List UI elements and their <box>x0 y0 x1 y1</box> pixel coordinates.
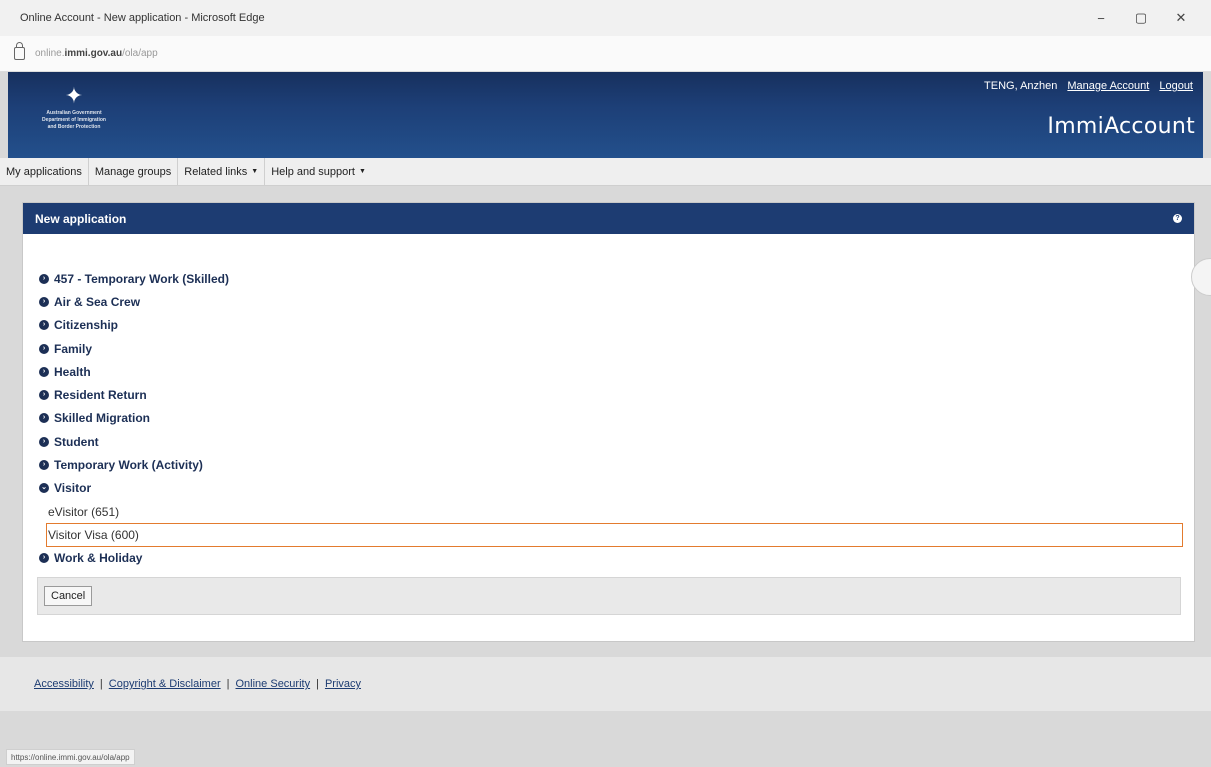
lock-icon <box>14 42 25 60</box>
footer-separator: | <box>99 678 103 690</box>
url-domain: immi.gov.au <box>64 48 123 59</box>
close-button[interactable]: ✕ <box>1161 8 1201 28</box>
gov-line-2: Department of Immigration <box>42 117 106 123</box>
government-logo[interactable]: ✦ Australian Government Department of Im… <box>22 82 126 146</box>
brand-title: ImmiAccount <box>1047 114 1195 139</box>
nav-label: My applications <box>6 165 82 178</box>
nav-manage-groups[interactable]: Manage groups <box>89 158 179 185</box>
gov-line-3: and Border Protection <box>47 124 101 130</box>
option-label: Visitor Visa (600) <box>48 527 139 542</box>
category-label: Skilled Migration <box>54 411 151 426</box>
user-bar: TENG, Anzhen Manage Account Logout <box>984 80 1193 92</box>
manage-account-link[interactable]: Manage Account <box>1067 80 1149 92</box>
caret-down-icon: ▼ <box>251 168 259 175</box>
category-citizenship[interactable]: › Citizenship <box>39 314 1183 337</box>
url-prefix: online. <box>35 48 65 59</box>
restore-button[interactable]: ▢ <box>1121 8 1161 28</box>
chevron-right-icon: › <box>39 553 49 564</box>
cancel-button[interactable]: Cancel <box>44 586 93 606</box>
chevron-right-icon: › <box>39 343 49 354</box>
category-label: 457 - Temporary Work (Skilled) <box>54 271 229 286</box>
option-label: eVisitor (651) <box>48 504 120 519</box>
chevron-right-icon: › <box>39 436 49 447</box>
category-label: Air & Sea Crew <box>54 294 141 309</box>
caret-down-icon: ▼ <box>358 168 366 175</box>
minimize-button[interactable]: − <box>1081 8 1121 28</box>
category-visitor[interactable]: ⌄ Visitor <box>39 477 1183 500</box>
category-label: Citizenship <box>54 318 119 333</box>
chevron-down-icon: ⌄ <box>39 483 49 494</box>
category-air-sea-crew[interactable]: › Air & Sea Crew <box>39 290 1183 313</box>
category-health[interactable]: › Health <box>39 360 1183 383</box>
nav-help-and-support[interactable]: Help and support ▼ <box>265 158 372 185</box>
chevron-right-icon: › <box>39 366 49 377</box>
nav-related-links[interactable]: Related links ▼ <box>178 158 266 185</box>
category-temporary-work-activity[interactable]: › Temporary Work (Activity) <box>39 453 1183 476</box>
panel-title: New application <box>35 211 127 226</box>
button-bar: Cancel <box>37 577 1181 615</box>
category-label: Health <box>54 364 91 379</box>
chevron-right-icon: › <box>39 413 49 424</box>
option-visitor-visa-600[interactable]: Visitor Visa (600) <box>46 523 1183 547</box>
footer-separator: | <box>316 678 319 690</box>
nav-label: Manage groups <box>94 165 172 178</box>
footer: Accessibility | Copyright & Disclaimer |… <box>0 657 1211 711</box>
chevron-right-icon: › <box>39 390 49 401</box>
category-457-temporary-work[interactable]: › 457 - Temporary Work (Skilled) <box>39 267 1183 290</box>
category-label: Visitor <box>54 481 92 496</box>
footer-separator: | <box>226 678 230 690</box>
footer-link-accessibility[interactable]: Accessibility <box>34 678 94 690</box>
url-path: /ola/app <box>122 48 158 59</box>
chevron-right-icon: › <box>39 296 49 307</box>
coat-of-arms-icon: ✦ <box>64 83 84 108</box>
site-header: ✦ Australian Government Department of Im… <box>8 72 1203 158</box>
category-label: Family <box>54 341 93 356</box>
category-label: Resident Return <box>54 388 147 403</box>
category-student[interactable]: › Student <box>39 430 1183 453</box>
category-label: Temporary Work (Activity) <box>54 458 203 473</box>
logout-link[interactable]: Logout <box>1159 80 1193 92</box>
new-application-panel: New application ? › 457 - Temporary Work… <box>22 202 1195 642</box>
nav-my-applications[interactable]: My applications <box>0 158 89 185</box>
chevron-right-icon: › <box>39 320 49 331</box>
status-bar-url: https://online.immi.gov.au/ola/app <box>6 749 135 765</box>
nav-label: Help and support <box>271 165 355 178</box>
category-label: Student <box>54 434 99 449</box>
category-label: Work & Holiday <box>54 551 143 566</box>
nav-label: Related links <box>184 165 248 178</box>
option-evisitor-651[interactable]: eVisitor (651) <box>39 500 1183 523</box>
category-family[interactable]: › Family <box>39 337 1183 360</box>
chevron-right-icon: › <box>39 460 49 471</box>
footer-link-privacy[interactable]: Privacy <box>325 678 361 690</box>
category-skilled-migration[interactable]: › Skilled Migration <box>39 407 1183 430</box>
chevron-right-icon: › <box>39 273 49 284</box>
footer-link-copyright[interactable]: Copyright & Disclaimer <box>109 678 221 690</box>
main-nav: My applications Manage groups Related li… <box>0 158 1211 186</box>
window-titlebar: Online Account - New application - Micro… <box>0 0 1211 36</box>
category-work-holiday[interactable]: › Work & Holiday <box>39 547 1183 570</box>
window-title: Online Account - New application - Micro… <box>20 12 265 24</box>
window-controls: − ▢ ✕ <box>1081 8 1201 28</box>
category-resident-return[interactable]: › Resident Return <box>39 383 1183 406</box>
address-bar[interactable]: online. immi.gov.au /ola/app <box>0 36 1211 72</box>
footer-link-online-security[interactable]: Online Security <box>236 678 311 690</box>
user-name: TENG, Anzhen <box>984 80 1058 92</box>
panel-header: New application ? <box>23 203 1194 234</box>
help-icon[interactable]: ? <box>1173 214 1182 223</box>
application-category-list: › 457 - Temporary Work (Skilled) › Air &… <box>39 267 1183 570</box>
gov-line-1: Australian Government <box>46 110 102 116</box>
